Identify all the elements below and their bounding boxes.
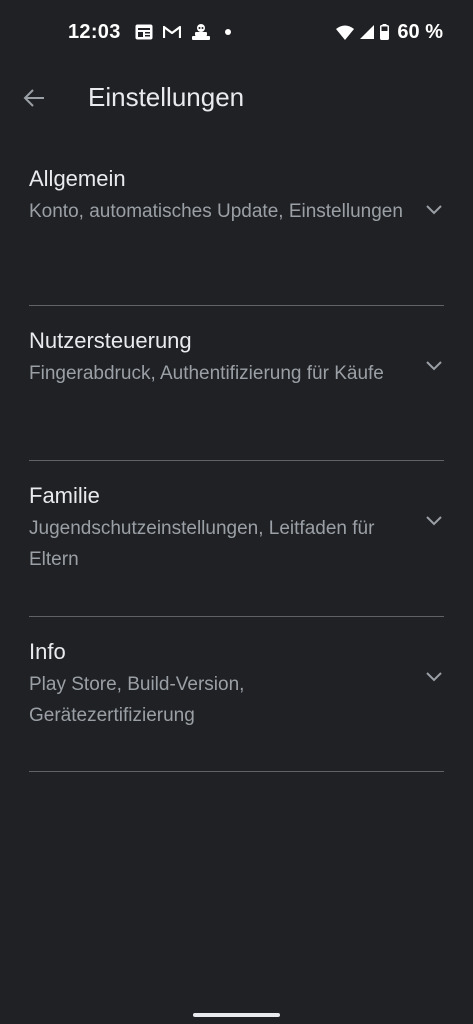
clock: 12:03 [68,20,121,43]
page-title: Einstellungen [88,82,245,112]
status-right: 60 % [336,21,443,44]
section-subtitle: Jugendschutzeinstellungen, Leitfaden für… [29,518,375,570]
section-subtitle: Fingerabdruck, Authentifizierung für Käu… [29,362,384,384]
section-nutzersteuerung[interactable]: Nutzersteuerung Fingerabdruck, Authentif… [29,306,444,461]
wifi-icon [336,25,355,40]
chevron-down-icon[interactable] [424,200,444,220]
status-left: 12:03 [68,21,231,44]
status-bar: 12:03 60 % [0,0,473,64]
section-familie[interactable]: Familie Jugendschutzeinstellungen, Leitf… [29,461,444,617]
settings-list: Allgemein Konto, automatisches Update, E… [29,150,444,772]
chevron-down-icon[interactable] [424,356,444,376]
battery-icon [380,24,390,40]
section-title: Nutzersteuerung [29,327,192,353]
app-bar: Einstellungen [0,64,473,134]
back-button[interactable] [18,84,50,116]
section-info[interactable]: Info Play Store, Build-Version, Geräteze… [29,617,444,772]
gesture-nav-handle[interactable] [193,1013,280,1017]
signal-icon [360,25,375,39]
section-title: Info [29,638,66,664]
chevron-down-icon[interactable] [424,667,444,687]
game-icon [191,23,211,41]
section-title: Allgemein [29,166,126,191]
section-subtitle: Konto, automatisches Update, Einstellung… [29,201,403,222]
chevron-down-icon[interactable] [424,511,444,531]
gmail-icon [162,25,181,39]
section-allgemein[interactable]: Allgemein Konto, automatisches Update, E… [29,150,444,306]
more-notifications-dot [224,29,231,35]
section-subtitle: Play Store, Build-Version, Gerätezertifi… [29,673,245,726]
news-icon [135,24,153,40]
section-title: Familie [29,483,100,508]
arrow-back-icon [23,88,45,113]
battery-percent: 60 % [397,20,443,43]
